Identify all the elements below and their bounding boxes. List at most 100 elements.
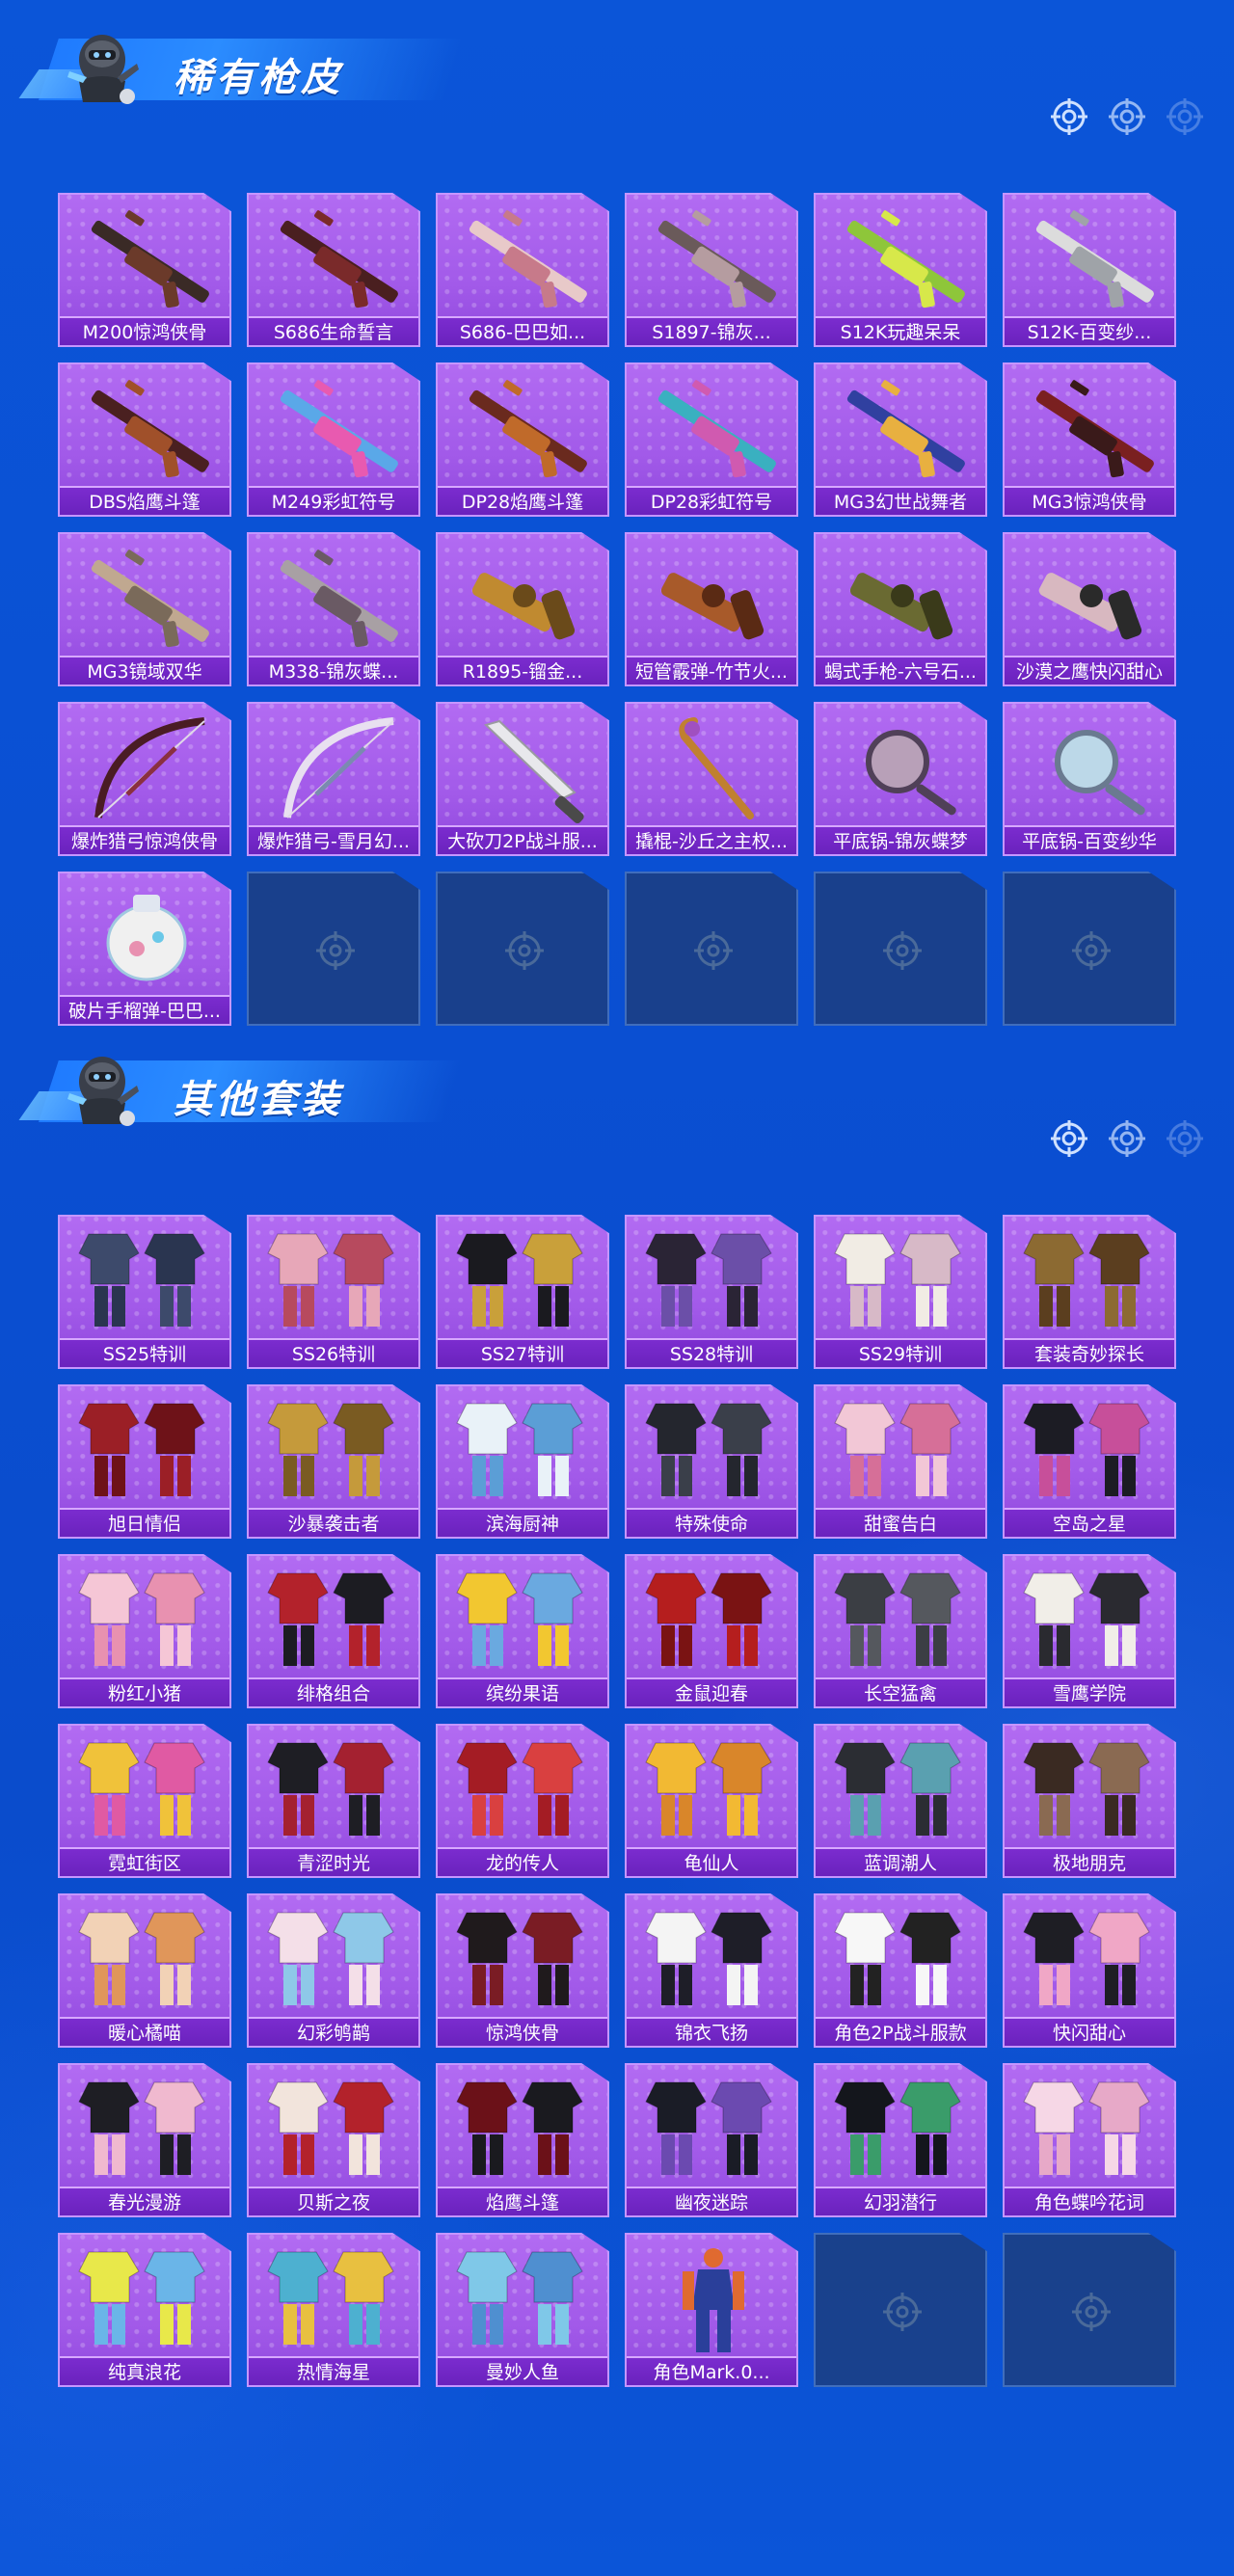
item-card[interactable]: S12K玩趣呆呆 (814, 193, 987, 347)
crosshair-icon (1109, 1120, 1145, 1157)
item-label: 角色2P战斗服款 (816, 2017, 985, 2046)
rifle-icon (280, 550, 398, 648)
item-card[interactable]: 金鼠迎春 (625, 1554, 798, 1708)
item-card[interactable]: DBS焰鹰斗篷 (58, 362, 231, 517)
crosshair-icon (1051, 98, 1087, 135)
item-card[interactable]: 曼妙人鱼 (436, 2233, 609, 2387)
item-label: 幻羽潜行 (816, 2187, 985, 2215)
item-card[interactable]: 龟仙人 (625, 1724, 798, 1878)
item-label: 春光漫游 (60, 2187, 229, 2215)
item-card[interactable]: 空岛之星 (1003, 1384, 1176, 1539)
outfit-icon (645, 1403, 772, 1496)
item-label: 绯格组合 (249, 1677, 418, 1706)
item-card[interactable]: S12K-百变纱... (1003, 193, 1176, 347)
bow-icon (283, 717, 394, 818)
empty-slot-crosshair-icon (883, 2293, 922, 2331)
item-card[interactable]: 平底锅-锦灰蝶梦 (814, 702, 987, 856)
outfit-icon (645, 1912, 772, 2005)
item-card[interactable]: DP28焰鹰斗篷 (436, 362, 609, 517)
item-card[interactable]: 沙漠之鹰快闪甜心 (1003, 532, 1176, 686)
item-card[interactable]: M249彩虹符号 (247, 362, 420, 517)
item-card[interactable]: 雪鹰学院 (1003, 1554, 1176, 1708)
item-label: 沙暴袭击者 (249, 1508, 418, 1537)
outfit-icon (834, 1742, 961, 1836)
item-card[interactable]: 沙暴袭击者 (247, 1384, 420, 1539)
item-label: 焰鹰斗篷 (438, 2187, 607, 2215)
item-label: M249彩虹符号 (249, 486, 418, 515)
item-card[interactable]: 纯真浪花 (58, 2233, 231, 2387)
item-card[interactable]: 锦衣飞扬 (625, 1893, 798, 2048)
item-card[interactable]: 幽夜迷踪 (625, 2063, 798, 2217)
outfit-icon (456, 2251, 583, 2345)
item-card[interactable]: 爆炸猎弓-雪月幻... (247, 702, 420, 856)
item-card[interactable]: 绯格组合 (247, 1554, 420, 1708)
item-card[interactable]: 爆炸猎弓惊鸿侠骨 (58, 702, 231, 856)
item-card[interactable]: SS28特训 (625, 1215, 798, 1369)
item-card[interactable]: 特殊使命 (625, 1384, 798, 1539)
item-label: DP28焰鹰斗篷 (438, 486, 607, 515)
item-card[interactable]: 热情海星 (247, 2233, 420, 2387)
item-card[interactable]: 贝斯之夜 (247, 2063, 420, 2217)
item-card[interactable]: 焰鹰斗篷 (436, 2063, 609, 2217)
item-label: 蝎式手枪-六号石... (816, 656, 985, 684)
item-card[interactable]: 撬棍-沙丘之主权... (625, 702, 798, 856)
item-card[interactable]: M338-锦灰蝶... (247, 532, 420, 686)
item-card[interactable]: 快闪甜心 (1003, 1893, 1176, 2048)
item-card[interactable]: S1897-锦灰... (625, 193, 798, 347)
item-card[interactable]: M200惊鸿侠骨 (58, 193, 231, 347)
machine-gun-icon (280, 380, 398, 478)
item-card[interactable]: 甜蜜告白 (814, 1384, 987, 1539)
item-card[interactable]: 惊鸿侠骨 (436, 1893, 609, 2048)
item-card[interactable]: 套装奇妙探长 (1003, 1215, 1176, 1369)
item-card[interactable]: 长空猛禽 (814, 1554, 987, 1708)
item-card[interactable]: DP28彩虹符号 (625, 362, 798, 517)
item-label: S12K玩趣呆呆 (816, 316, 985, 345)
item-card[interactable]: 旭日情侣 (58, 1384, 231, 1539)
shotgun-icon (1035, 210, 1154, 309)
item-card[interactable]: 龙的传人 (436, 1724, 609, 1878)
item-card[interactable]: 粉红小猪 (58, 1554, 231, 1708)
item-card[interactable]: 蝎式手枪-六号石... (814, 532, 987, 686)
machine-gun-icon (657, 380, 776, 478)
item-card[interactable]: S686-巴巴如... (436, 193, 609, 347)
item-label: SS29特训 (816, 1338, 985, 1367)
item-grid: M200惊鸿侠骨 S686生命誓言 S686-巴巴如... S1897-锦灰..… (58, 193, 1176, 1026)
item-label: DBS焰鹰斗篷 (60, 486, 229, 515)
empty-slot-crosshair-icon (1072, 931, 1111, 970)
item-card[interactable]: 滨海厨神 (436, 1384, 609, 1539)
item-card[interactable]: 青涩时光 (247, 1724, 420, 1878)
item-card[interactable]: 大砍刀2P战斗服... (436, 702, 609, 856)
item-card[interactable]: SS29特训 (814, 1215, 987, 1369)
item-card[interactable]: S686生命誓言 (247, 193, 420, 347)
item-card[interactable]: 霓虹街区 (58, 1724, 231, 1878)
item-card[interactable]: 平底锅-百变纱华 (1003, 702, 1176, 856)
item-card[interactable]: 角色2P战斗服款 (814, 1893, 987, 2048)
item-card[interactable]: 暖心橘喵 (58, 1893, 231, 2048)
item-card[interactable]: SS25特训 (58, 1215, 231, 1369)
item-card[interactable]: 极地朋克 (1003, 1724, 1176, 1878)
item-card[interactable]: 破片手榴弹-巴巴... (58, 872, 231, 1026)
item-card[interactable]: 短管霰弹-竹节火... (625, 532, 798, 686)
item-card[interactable]: 春光漫游 (58, 2063, 231, 2217)
item-card[interactable]: 蓝调潮人 (814, 1724, 987, 1878)
item-card[interactable]: 幻羽潜行 (814, 2063, 987, 2217)
item-card[interactable]: SS26特训 (247, 1215, 420, 1369)
item-label: 甜蜜告白 (816, 1508, 985, 1537)
machine-gun-icon (846, 380, 965, 478)
item-card[interactable]: 幻彩鸲鹋 (247, 1893, 420, 2048)
item-label: 旭日情侣 (60, 1508, 229, 1537)
item-card[interactable]: SS27特训 (436, 1215, 609, 1369)
item-label: 金鼠迎春 (627, 1677, 796, 1706)
item-card[interactable]: R1895-镏金... (436, 532, 609, 686)
item-card[interactable]: 角色Mark.0... (625, 2233, 798, 2387)
item-card[interactable]: MG3幻世战舞者 (814, 362, 987, 517)
item-card[interactable]: MG3镜域双华 (58, 532, 231, 686)
item-card[interactable]: 缤纷果语 (436, 1554, 609, 1708)
item-card[interactable]: MG3惊鸿侠骨 (1003, 362, 1176, 517)
item-label: 平底锅-百变纱华 (1005, 825, 1174, 854)
item-label: MG3幻世战舞者 (816, 486, 985, 515)
item-card[interactable]: 角色蝶吟花词 (1003, 2063, 1176, 2217)
item-label: 空岛之星 (1005, 1508, 1174, 1537)
outfit-icon (267, 1403, 394, 1496)
item-label: 曼妙人鱼 (438, 2356, 607, 2385)
